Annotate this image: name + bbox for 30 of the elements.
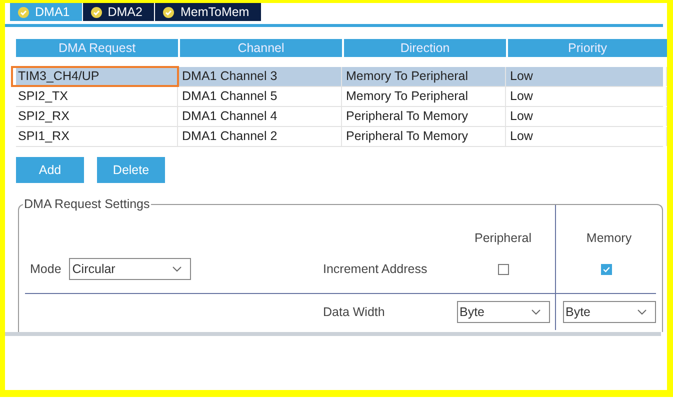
table-cell: Memory To Peripheral	[344, 67, 506, 86]
table-cell: DMA1 Channel 5	[180, 87, 342, 106]
width-dropdown[interactable]: Byte	[562, 301, 656, 323]
width-dropdown[interactable]: Byte	[456, 301, 550, 323]
table-cell: Peripheral To Memory	[344, 107, 506, 126]
column-heading: Peripheral	[474, 231, 532, 245]
table-cell: Low	[508, 107, 667, 126]
table-cell: Low	[508, 87, 667, 106]
tab[interactable]: DMA2	[82, 3, 156, 21]
group-title: DMA Request Settings	[23, 197, 151, 211]
table-row[interactable]: SPI1_RX DMA1 Channel 2 Peripheral To Memory Low	[16, 127, 663, 147]
table-cell: Memory To Peripheral	[344, 87, 506, 106]
mode-dropdown[interactable]: Circular	[69, 258, 192, 280]
table-cell: Peripheral To Memory	[344, 127, 506, 146]
tab[interactable]: MemToMem	[155, 3, 262, 21]
table-cell: SPI1_RX	[16, 127, 178, 146]
data-width-label: Data Width	[323, 305, 385, 319]
column-heading: Memory	[586, 231, 632, 245]
table-row[interactable]: SPI2_TX DMA1 Channel 5 Memory To Peripheral Low	[16, 87, 663, 107]
table-cell: DMA1 Channel 3	[180, 67, 342, 86]
table-row[interactable]: SPI2_RX DMA1 Channel 4 Peripheral To Memory Low	[16, 107, 663, 127]
mode-label: Mode	[30, 262, 62, 276]
increment-label: Increment Address	[323, 262, 428, 276]
table-cell: SPI2_TX	[16, 87, 178, 106]
table-cell: TIM3_CH4/UP	[12, 67, 178, 86]
table-cell: DMA1 Channel 2	[180, 127, 342, 146]
table-cell: Low	[508, 67, 667, 86]
table-cell: DMA1 Channel 4	[180, 107, 342, 126]
table-cell: Low	[508, 127, 667, 146]
table-cell: SPI2_RX	[16, 107, 178, 126]
